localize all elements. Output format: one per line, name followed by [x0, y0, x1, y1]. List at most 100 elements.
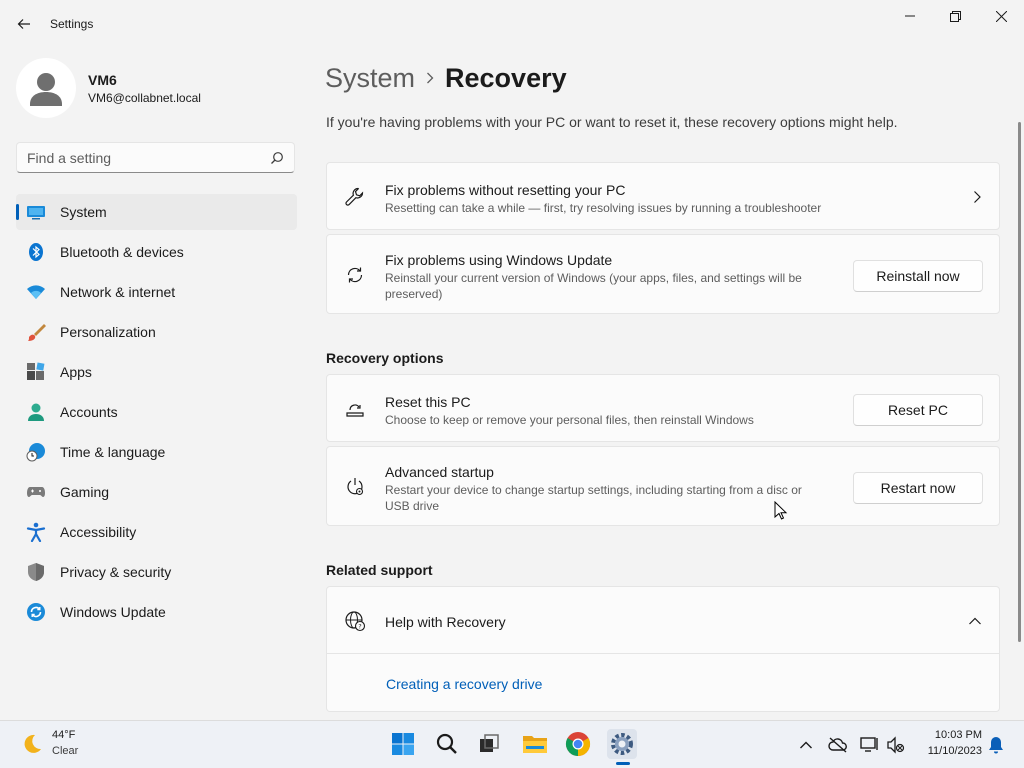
sidebar-item-label: Accessibility — [60, 524, 137, 540]
chevron-right-icon — [415, 68, 445, 88]
sidebar-item-time-language[interactable]: Time & language — [16, 434, 297, 470]
scrollbar[interactable] — [1018, 122, 1021, 642]
sidebar-item-accessibility[interactable]: Accessibility — [16, 514, 297, 550]
chevron-up-icon[interactable] — [796, 735, 816, 755]
card-title: Fix problems without resetting your PC — [385, 182, 626, 198]
page-title: Recovery — [445, 62, 567, 93]
minimize-button[interactable] — [887, 0, 933, 32]
sidebar-item-privacy[interactable]: Privacy & security — [16, 554, 297, 590]
help-with-recovery-header[interactable]: ? Help with Recovery — [326, 586, 1000, 654]
card-title: Help with Recovery — [385, 614, 506, 630]
reinstall-now-button[interactable]: Reinstall now — [853, 260, 983, 292]
sidebar-item-label: System — [60, 204, 107, 220]
network-icon[interactable] — [860, 735, 880, 755]
sidebar-item-accounts[interactable]: Accounts — [16, 394, 297, 430]
mouse-cursor-icon — [774, 501, 788, 520]
reset-pc-button[interactable]: Reset PC — [853, 394, 983, 426]
sidebar-item-personalization[interactable]: Personalization — [16, 314, 297, 350]
weather-description[interactable]: Clear — [52, 745, 78, 757]
wrench-icon — [345, 187, 364, 206]
close-icon — [995, 10, 1007, 22]
sidebar-item-label: Network & internet — [60, 284, 176, 300]
reset-pc-card: Reset this PC Choose to keep or remove y… — [326, 374, 1000, 442]
avatar[interactable] — [16, 58, 76, 118]
bluetooth-icon — [29, 243, 43, 261]
breadcrumb: System Recovery — [325, 58, 567, 98]
volume-muted-icon[interactable] — [886, 735, 906, 755]
sidebar-item-label: Apps — [60, 364, 92, 380]
sidebar-item-gaming[interactable]: Gaming — [16, 474, 297, 510]
card-subtitle: Reinstall your current version of Window… — [385, 271, 802, 301]
back-button[interactable] — [12, 12, 36, 36]
search-placeholder: Find a setting — [27, 150, 112, 166]
title-bar: Settings — [0, 0, 1024, 48]
settings-icon[interactable] — [607, 729, 637, 759]
chrome-icon[interactable] — [563, 729, 593, 759]
globe-help-icon: ? — [345, 611, 366, 632]
moon-icon[interactable] — [20, 732, 44, 756]
sidebar-item-label: Bluetooth & devices — [60, 244, 184, 260]
weather-temperature[interactable]: 44°F — [52, 729, 75, 741]
sidebar-item-bluetooth[interactable]: Bluetooth & devices — [16, 234, 297, 270]
recovery-options-heading: Recovery options — [326, 350, 444, 366]
notification-bell-icon[interactable] — [986, 735, 1006, 755]
arrow-left-icon — [17, 19, 30, 29]
system-icon — [27, 206, 45, 220]
sidebar-item-label: Accounts — [60, 404, 118, 420]
sync-icon — [347, 267, 363, 283]
sidebar-item-windows-update[interactable]: Windows Update — [16, 594, 297, 630]
user-name: VM6 — [88, 72, 117, 88]
advanced-startup-card: Advanced startup Restart your device to … — [326, 446, 1000, 526]
page-description: If you're having problems with your PC o… — [326, 114, 898, 130]
sidebar-item-system[interactable]: System — [16, 194, 297, 230]
svg-text:?: ? — [358, 623, 361, 631]
clock-date[interactable]: 11/10/2023 — [912, 745, 982, 757]
windows-start-icon[interactable] — [388, 729, 418, 759]
app-title: Settings — [50, 17, 94, 31]
search-input[interactable]: Find a setting — [16, 142, 295, 173]
active-app-indicator — [616, 762, 630, 765]
sidebar-item-network[interactable]: Network & internet — [16, 274, 297, 310]
update-icon — [27, 603, 45, 621]
shield-icon — [28, 563, 44, 581]
sidebar-item-apps[interactable]: Apps — [16, 354, 297, 390]
globe-clock-icon — [26, 443, 45, 462]
chevron-right-icon — [974, 191, 981, 203]
sidebar-item-label: Gaming — [60, 484, 110, 500]
cloud-offline-icon[interactable] — [828, 735, 848, 755]
card-subtitle: Resetting can take a while — first, try … — [385, 201, 822, 215]
breadcrumb-parent[interactable]: System — [325, 63, 415, 94]
restart-now-button[interactable]: Restart now — [853, 472, 983, 504]
search-icon — [271, 152, 283, 164]
fix-windows-update-card: Fix problems using Windows Update Reinst… — [326, 234, 1000, 314]
sidebar-item-label: Time & language — [60, 444, 166, 460]
accounts-icon — [28, 403, 44, 421]
maximize-button[interactable] — [932, 0, 978, 32]
fix-without-reset-card[interactable]: Fix problems without resetting your PC R… — [326, 162, 1000, 230]
clock-time[interactable]: 10:03 PM — [922, 729, 982, 741]
user-email: VM6@collabnet.local — [88, 91, 201, 105]
chevron-up-icon[interactable] — [967, 613, 983, 629]
task-view-icon[interactable] — [474, 729, 504, 759]
sidebar-nav: System Bluetooth & devices Network & int… — [16, 194, 297, 634]
brush-icon — [28, 324, 46, 341]
restore-icon — [949, 10, 961, 22]
search-icon[interactable] — [432, 729, 462, 759]
card-subtitle: Choose to keep or remove your personal f… — [385, 413, 754, 427]
card-title: Reset this PC — [385, 394, 471, 410]
advanced-startup-icon — [347, 478, 364, 496]
apps-icon — [27, 362, 45, 380]
accessibility-icon — [26, 522, 46, 542]
minimize-icon — [905, 15, 915, 17]
recovery-drive-link[interactable]: Creating a recovery drive — [386, 676, 542, 692]
sidebar-item-label: Windows Update — [60, 604, 166, 620]
related-support-heading: Related support — [326, 562, 433, 578]
controller-icon — [27, 487, 45, 497]
close-button[interactable] — [978, 0, 1024, 32]
sidebar-item-label: Personalization — [60, 324, 156, 340]
card-title: Advanced startup — [385, 464, 494, 480]
card-title: Fix problems using Windows Update — [385, 252, 613, 268]
wifi-icon — [27, 285, 45, 299]
sidebar-item-label: Privacy & security — [60, 564, 172, 580]
file-explorer-icon[interactable] — [520, 729, 550, 759]
